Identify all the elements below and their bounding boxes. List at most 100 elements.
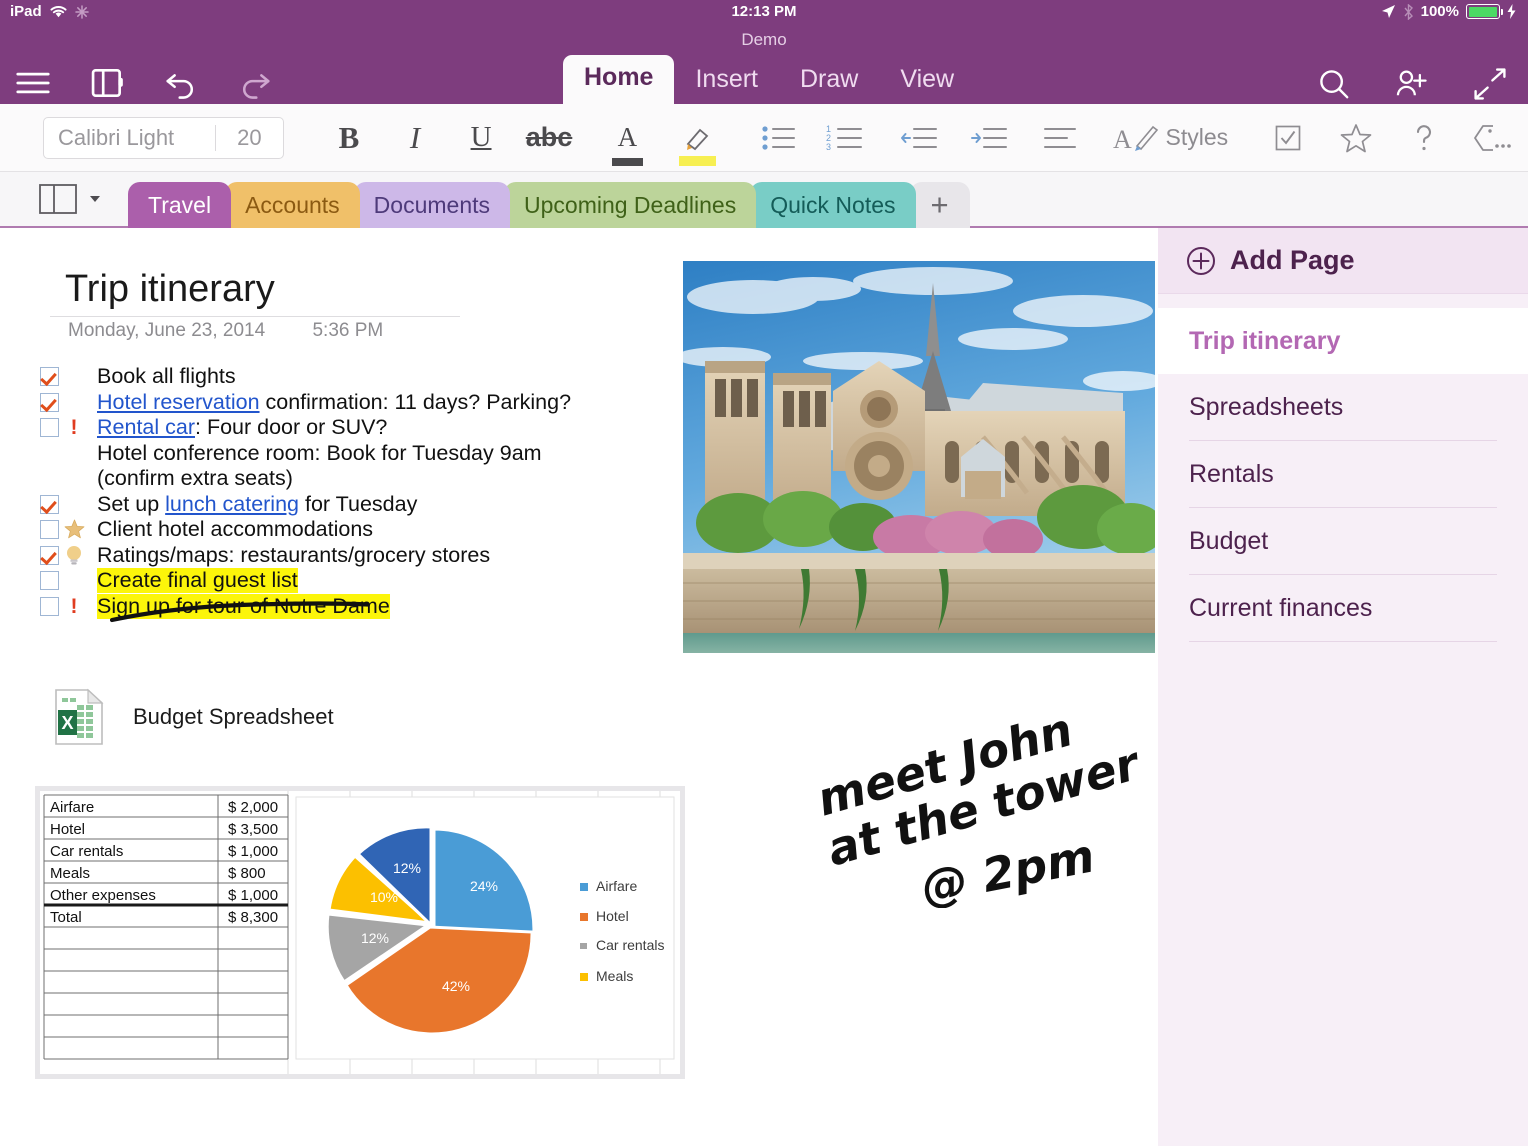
attachment-budget-spreadsheet[interactable]: X Budget Spreadsheet: [52, 688, 334, 746]
todo-tag-button[interactable]: [1254, 111, 1322, 165]
font-color-swatch: [612, 158, 643, 166]
section-tab-travel[interactable]: Travel: [128, 182, 231, 228]
attachment-label: Budget Spreadsheet: [133, 704, 334, 730]
todo-row[interactable]: Ratings/maps: restaurants/grocery stores: [40, 543, 660, 569]
todo-list[interactable]: Book all flights Hotel reservation confi…: [40, 364, 660, 619]
todo-checkbox[interactable]: [40, 393, 59, 412]
italic-button[interactable]: I: [382, 111, 448, 165]
todo-checkbox[interactable]: [40, 520, 59, 539]
increase-indent-button[interactable]: [954, 111, 1024, 165]
help-question-icon: [1412, 122, 1436, 154]
battery-percent-label: 100%: [1421, 3, 1459, 20]
decrease-indent-button[interactable]: [884, 111, 954, 165]
styles-button[interactable]: A Styles: [1113, 111, 1228, 165]
bullet-list-button[interactable]: [746, 111, 812, 165]
todo-text: Hotel reservation confirmation: 11 days?…: [97, 390, 571, 415]
svg-text:Car rentals: Car rentals: [596, 937, 664, 953]
todo-checkbox[interactable]: [40, 418, 59, 437]
page-list-item-budget[interactable]: Budget: [1158, 508, 1528, 574]
page-list-item-current-finances[interactable]: Current finances: [1158, 575, 1528, 641]
svg-text:$ 2,000: $ 2,000: [228, 799, 278, 816]
notre-dame-cathedral-photo[interactable]: [683, 261, 1155, 653]
todo-row[interactable]: Set up lunch catering for Tuesday: [40, 492, 660, 518]
section-tab-upcoming-deadlines[interactable]: Upcoming Deadlines: [504, 182, 756, 228]
svg-text:$ 8,300: $ 8,300: [228, 909, 278, 926]
tab-draw[interactable]: Draw: [779, 57, 879, 104]
increase-indent-icon: [969, 124, 1009, 152]
page-list-item-spreadsheets[interactable]: Spreadsheets: [1158, 374, 1528, 440]
strikethrough-button[interactable]: abc: [514, 111, 584, 165]
font-size-input[interactable]: 20: [215, 125, 283, 151]
todo-checkbox[interactable]: [40, 546, 59, 565]
handwritten-ink-note[interactable]: meet John at the tower @ 2pm: [815, 708, 1158, 908]
todo-row[interactable]: Client hotel accommodations: [40, 517, 660, 543]
font-color-letter: A: [618, 122, 638, 153]
more-tags-button[interactable]: [1458, 111, 1528, 165]
excel-file-icon: X: [52, 688, 106, 746]
hand-drawn-underline: [110, 598, 380, 629]
bullet-list-icon: [761, 124, 797, 152]
format-toolbar: Calibri Light 20 B I U abc A: [0, 104, 1528, 172]
todo-row[interactable]: ! Rental car: Four door or SUV?: [40, 415, 660, 441]
svg-text:12%: 12%: [393, 860, 421, 876]
help-button[interactable]: [1390, 111, 1458, 165]
rental-car-link[interactable]: Rental car: [97, 415, 195, 439]
align-left-button[interactable]: [1024, 111, 1096, 165]
notebook-switcher-button[interactable]: [38, 182, 102, 216]
tab-insert[interactable]: Insert: [674, 57, 779, 104]
page-list-item-rentals[interactable]: Rentals: [1158, 441, 1528, 507]
svg-text:$ 1,000: $ 1,000: [228, 887, 278, 904]
tag-more-icon: [1473, 122, 1513, 154]
section-tab-documents[interactable]: Documents: [354, 182, 510, 228]
todo-checkbox[interactable]: [40, 367, 59, 386]
todo-checkbox[interactable]: [40, 571, 59, 590]
numbered-list-button[interactable]: 123: [812, 111, 878, 165]
todo-text-rest: : Four door or SUV?: [195, 415, 387, 439]
svg-text:24%: 24%: [470, 878, 498, 894]
todo-row-continuation: Hotel conference room: Book for Tuesday …: [40, 441, 660, 467]
undo-arrow-icon[interactable]: [162, 64, 200, 102]
redo-arrow-icon[interactable]: [236, 64, 274, 102]
highlighter-button[interactable]: [677, 111, 718, 165]
section-tab-quick-notes[interactable]: Quick Notes: [750, 182, 915, 228]
app-bar: Demo Home Insert: [0, 26, 1528, 104]
star-tag-button[interactable]: [1322, 111, 1390, 165]
ios-status-bar: iPad 12:13 PM 100%: [0, 0, 1528, 26]
svg-text:Hotel: Hotel: [50, 821, 85, 838]
add-page-label: Add Page: [1230, 245, 1355, 276]
star-tag-icon: [59, 518, 89, 542]
search-icon[interactable]: [1316, 66, 1352, 102]
embedded-spreadsheet[interactable]: Airfare $ 2,000 Hotel $ 3,500 Car rental…: [35, 786, 685, 1079]
page-canvas[interactable]: Trip itinerary Monday, June 23, 2014 5:3…: [0, 228, 1158, 1146]
todo-row[interactable]: Hotel reservation confirmation: 11 days?…: [40, 390, 660, 416]
tab-view[interactable]: View: [879, 57, 975, 104]
app-bar-right-icons: [1316, 66, 1508, 102]
todo-row[interactable]: Book all flights: [40, 364, 660, 390]
hamburger-menu-icon[interactable]: [14, 64, 52, 102]
font-selector[interactable]: Calibri Light 20: [43, 117, 284, 159]
notebook-icon[interactable]: [88, 64, 126, 102]
hotel-reservation-link[interactable]: Hotel reservation: [97, 390, 260, 414]
tab-home[interactable]: Home: [563, 55, 674, 104]
section-tab-accounts[interactable]: Accounts: [225, 182, 360, 228]
add-section-button[interactable]: +: [910, 182, 970, 228]
page-list-item-trip-itinerary[interactable]: Trip itinerary: [1158, 308, 1528, 374]
add-page-button[interactable]: Add Page: [1158, 228, 1528, 294]
todo-text: Set up lunch catering for Tuesday: [97, 492, 417, 517]
svg-text:Other expenses: Other expenses: [50, 887, 156, 904]
expand-diagonal-icon[interactable]: [1472, 66, 1508, 102]
todo-row[interactable]: Create final guest list: [40, 568, 660, 594]
bold-button[interactable]: B: [316, 111, 382, 165]
notebook-switch-icon: [38, 182, 82, 216]
todo-text: Client hotel accommodations: [97, 517, 373, 542]
page-title[interactable]: Trip itinerary: [65, 268, 275, 311]
todo-checkbox[interactable]: [40, 495, 59, 514]
font-color-button[interactable]: A: [608, 111, 647, 165]
todo-text: Hotel conference room: Book for Tuesday …: [97, 441, 542, 466]
plus-circle-icon: [1186, 246, 1216, 276]
todo-checkbox[interactable]: [40, 597, 59, 616]
font-name-input[interactable]: Calibri Light: [44, 125, 215, 151]
lunch-catering-link[interactable]: lunch catering: [165, 492, 299, 516]
add-person-icon[interactable]: [1394, 66, 1430, 102]
underline-button[interactable]: U: [448, 111, 514, 165]
